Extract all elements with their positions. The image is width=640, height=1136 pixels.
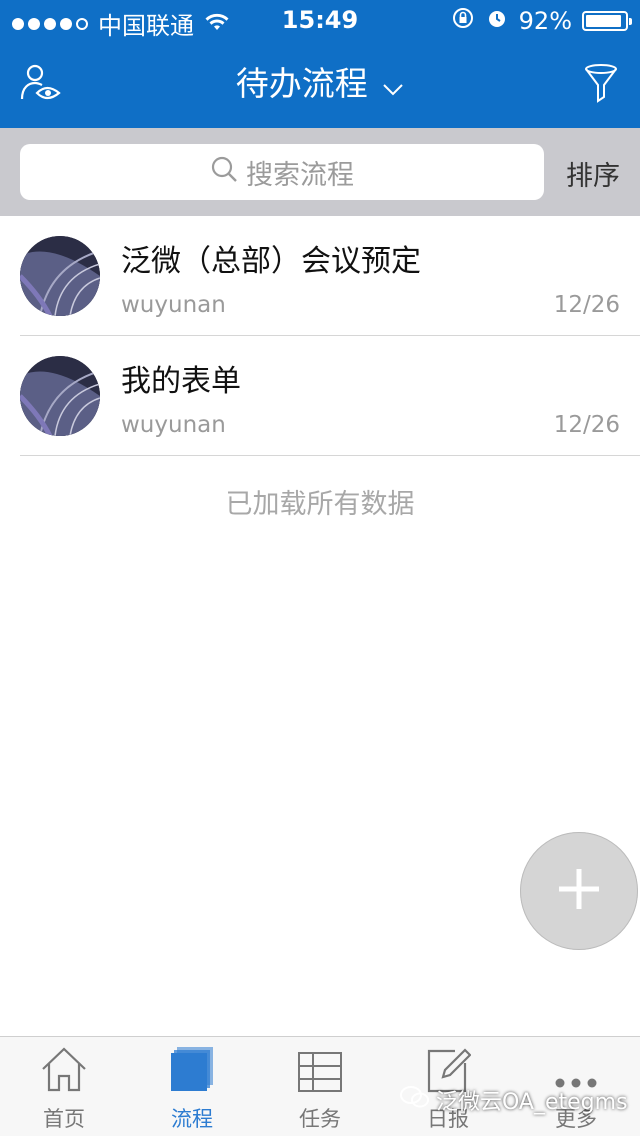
sort-button[interactable]: 排序 bbox=[566, 154, 620, 193]
item-user: wuyunan bbox=[121, 292, 226, 318]
item-title: 泛微（总部）会议预定 bbox=[121, 244, 421, 279]
battery-percent: 92% bbox=[518, 7, 572, 35]
list-item[interactable]: 我的表单 wuyunan 12/26 bbox=[0, 336, 640, 456]
search-icon bbox=[210, 155, 238, 190]
tab-workflow[interactable]: 流程 bbox=[128, 1047, 256, 1135]
item-date: 12/26 bbox=[553, 412, 620, 438]
page-title: 待办流程 bbox=[235, 64, 368, 103]
item-date: 12/26 bbox=[553, 292, 620, 318]
search-bar: 搜索流程 排序 bbox=[0, 128, 640, 216]
top-bar: 中国联通 15:49 92% 待办流程 bbox=[0, 0, 640, 128]
page-title-dropdown[interactable]: 待办流程 bbox=[0, 62, 640, 108]
task-list-icon bbox=[297, 1051, 343, 1097]
search-placeholder: 搜索流程 bbox=[246, 159, 354, 191]
watermark-text: 泛微云OA_etegms bbox=[436, 1090, 628, 1115]
tab-label: 任务 bbox=[299, 1107, 341, 1131]
status-bar: 中国联通 15:49 92% bbox=[0, 0, 640, 40]
home-icon bbox=[39, 1045, 89, 1097]
alarm-icon bbox=[485, 6, 509, 36]
wechat-icon bbox=[400, 1085, 430, 1115]
filter-button[interactable] bbox=[578, 62, 624, 108]
search-input[interactable]: 搜索流程 bbox=[20, 144, 544, 200]
plus-icon bbox=[555, 865, 603, 917]
workflow-list: 泛微（总部）会议预定 wuyunan 12/26 我的表单 wuyunan 12… bbox=[0, 216, 640, 456]
battery-icon bbox=[582, 11, 632, 31]
tab-tasks[interactable]: 任务 bbox=[256, 1047, 384, 1135]
item-title: 我的表单 bbox=[121, 364, 241, 399]
add-button[interactable] bbox=[520, 832, 638, 950]
tab-home[interactable]: 首页 bbox=[0, 1047, 128, 1135]
chevron-down-icon bbox=[382, 64, 404, 108]
rotation-lock-icon bbox=[451, 6, 475, 36]
workflow-icon bbox=[169, 1047, 215, 1097]
avatar bbox=[20, 236, 100, 316]
divider bbox=[20, 455, 640, 456]
tab-label: 首页 bbox=[43, 1107, 85, 1131]
item-user: wuyunan bbox=[121, 412, 226, 438]
filter-icon bbox=[583, 61, 619, 109]
tab-label: 流程 bbox=[171, 1107, 213, 1131]
avatar bbox=[20, 356, 100, 436]
all-loaded-message: 已加载所有数据 bbox=[225, 489, 415, 520]
wechat-watermark: 泛微云OA_etegms bbox=[400, 1084, 628, 1116]
list-item[interactable]: 泛微（总部）会议预定 wuyunan 12/26 bbox=[0, 216, 640, 336]
